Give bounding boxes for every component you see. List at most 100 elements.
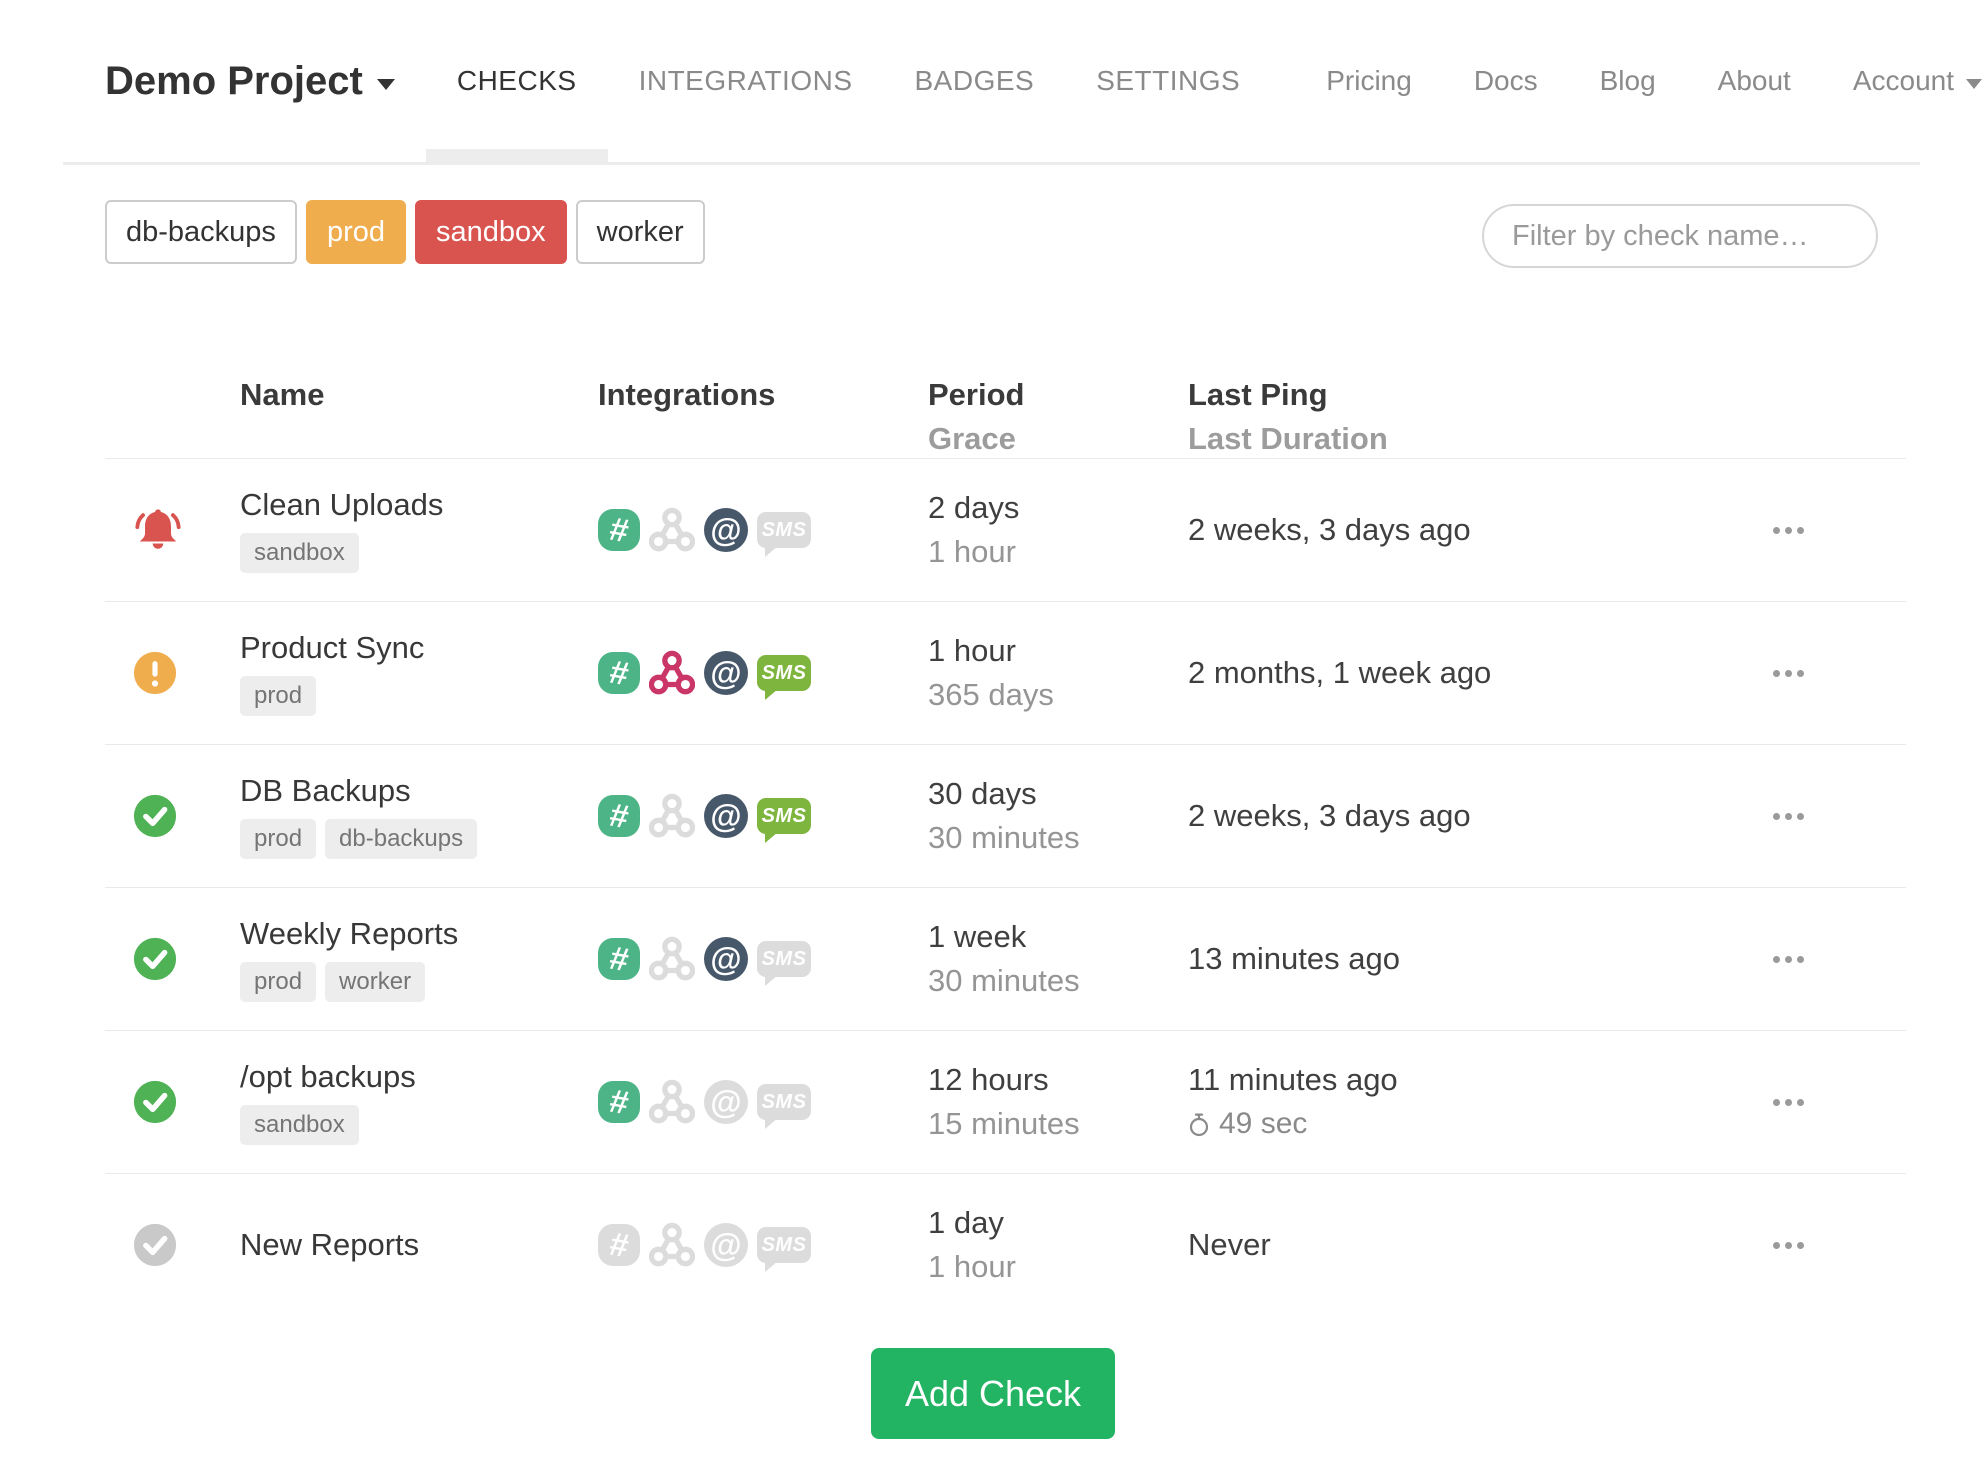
status-alert-bell-icon bbox=[135, 509, 181, 549]
check-tag: worker bbox=[325, 962, 426, 1002]
last-ping-value: Never bbox=[1188, 1227, 1271, 1262]
last-ping-value: 13 minutes ago bbox=[1188, 941, 1400, 976]
nav-link-docs[interactable]: Docs bbox=[1474, 65, 1538, 97]
sms-icon: SMS bbox=[757, 1227, 811, 1272]
column-header-period: Period Grace bbox=[928, 373, 1188, 461]
row-menu-button[interactable] bbox=[1767, 658, 1810, 689]
column-header-integrations: Integrations bbox=[598, 377, 776, 412]
webhook-icon bbox=[649, 936, 695, 981]
grace-value: 365 days bbox=[928, 677, 1054, 712]
column-header-last-duration: Last Duration bbox=[1188, 421, 1388, 456]
status-new-icon bbox=[133, 1223, 177, 1267]
slack-icon: # bbox=[598, 652, 640, 694]
period-value: 12 hours bbox=[928, 1062, 1049, 1097]
checks-table: Name Integrations Period Grace Last Ping… bbox=[105, 373, 1906, 1316]
row-menu-button[interactable] bbox=[1767, 801, 1810, 832]
email-icon: @ bbox=[704, 1080, 748, 1124]
check-name[interactable]: DB Backups bbox=[240, 773, 598, 809]
top-navigation: Demo Project CHECKS INTEGRATIONS BADGES SET… bbox=[0, 0, 1986, 165]
project-switcher[interactable]: Demo Project bbox=[105, 59, 395, 104]
nav-link-about[interactable]: About bbox=[1718, 65, 1791, 97]
row-menu-button[interactable] bbox=[1767, 1087, 1810, 1118]
check-name[interactable]: Product Sync bbox=[240, 630, 598, 666]
nav-link-account[interactable]: Account bbox=[1853, 65, 1982, 97]
sms-icon: SMS bbox=[757, 512, 811, 557]
period-value: 1 hour bbox=[928, 633, 1016, 668]
tag-filter-worker[interactable]: worker bbox=[575, 200, 705, 264]
add-check-button[interactable]: Add Check bbox=[871, 1348, 1115, 1439]
check-tags: sandbox bbox=[240, 533, 598, 573]
check-name[interactable]: New Reports bbox=[240, 1227, 598, 1263]
status-up-icon bbox=[133, 937, 177, 981]
check-tag: prod bbox=[240, 676, 317, 716]
row-menu-button[interactable] bbox=[1767, 944, 1810, 975]
tab-settings[interactable]: SETTINGS bbox=[1096, 65, 1240, 97]
email-icon: @ bbox=[704, 1223, 748, 1267]
check-name[interactable]: /opt backups bbox=[240, 1059, 598, 1095]
integration-icons: # @ SMS bbox=[598, 1222, 928, 1272]
check-tag: prod bbox=[240, 819, 317, 859]
chevron-down-icon bbox=[376, 78, 395, 90]
slack-icon: # bbox=[598, 1224, 640, 1266]
integration-icons: # @ SMS bbox=[598, 1079, 928, 1129]
chevron-down-icon bbox=[1966, 79, 1982, 89]
tag-filter-prod[interactable]: prod bbox=[305, 200, 406, 264]
period-value: 30 days bbox=[928, 776, 1037, 811]
check-tag: sandbox bbox=[240, 533, 359, 573]
table-row: Product Sync prod # @ SMS 1 hour 365 days… bbox=[105, 601, 1906, 744]
grace-value: 15 minutes bbox=[928, 1106, 1080, 1141]
sms-icon: SMS bbox=[757, 1084, 811, 1129]
sms-icon: SMS bbox=[757, 941, 811, 986]
slack-icon: # bbox=[598, 795, 640, 837]
grace-value: 30 minutes bbox=[928, 963, 1080, 998]
table-row: /opt backups sandbox # @ SMS 12 hours 15 … bbox=[105, 1030, 1906, 1173]
table-row: DB Backups prod db-backups # @ SMS 30 days… bbox=[105, 744, 1906, 887]
last-ping-value: 2 weeks, 3 days ago bbox=[1188, 512, 1471, 547]
check-name[interactable]: Clean Uploads bbox=[240, 487, 598, 523]
last-ping-value: 2 weeks, 3 days ago bbox=[1188, 798, 1471, 833]
sms-icon: SMS bbox=[757, 798, 811, 843]
nav-divider bbox=[63, 162, 1920, 165]
integration-icons: # @ SMS bbox=[598, 650, 928, 700]
tab-integrations[interactable]: INTEGRATIONS bbox=[639, 65, 853, 97]
row-menu-button[interactable] bbox=[1767, 1230, 1810, 1261]
project-name: Demo Project bbox=[105, 58, 363, 103]
nav-link-blog[interactable]: Blog bbox=[1600, 65, 1656, 97]
last-ping-value: 11 minutes ago bbox=[1188, 1062, 1398, 1097]
email-icon: @ bbox=[704, 508, 748, 552]
column-header-last-ping: Last Ping Last Duration bbox=[1188, 373, 1653, 461]
check-tags: prod bbox=[240, 676, 598, 716]
slack-icon: # bbox=[598, 1081, 640, 1123]
status-up-icon bbox=[133, 1080, 177, 1124]
stopwatch-icon bbox=[1189, 1113, 1209, 1136]
webhook-icon bbox=[649, 793, 695, 838]
tab-checks[interactable]: CHECKS bbox=[425, 65, 608, 162]
period-value: 1 week bbox=[928, 919, 1027, 954]
check-tags: prod worker bbox=[240, 962, 598, 1002]
webhook-icon bbox=[649, 507, 695, 552]
table-header: Name Integrations Period Grace Last Ping… bbox=[105, 373, 1906, 458]
search-input[interactable] bbox=[1482, 204, 1878, 268]
period-value: 1 day bbox=[928, 1205, 1004, 1240]
integration-icons: # @ SMS bbox=[598, 936, 928, 986]
webhook-icon bbox=[649, 1222, 695, 1267]
tab-badges[interactable]: BADGES bbox=[915, 65, 1035, 97]
tag-filter-row: db-backups prod sandbox worker bbox=[105, 200, 705, 264]
grace-value: 1 hour bbox=[928, 534, 1016, 569]
last-ping-value: 2 months, 1 week ago bbox=[1188, 655, 1492, 690]
email-icon: @ bbox=[704, 651, 748, 695]
nav-link-pricing[interactable]: Pricing bbox=[1326, 65, 1412, 97]
grace-value: 1 hour bbox=[928, 1249, 1016, 1284]
tag-filter-db-backups[interactable]: db-backups bbox=[105, 200, 297, 264]
status-up-icon bbox=[133, 794, 177, 838]
check-tags: prod db-backups bbox=[240, 819, 598, 859]
check-name[interactable]: Weekly Reports bbox=[240, 916, 598, 952]
row-menu-button[interactable] bbox=[1767, 515, 1810, 546]
column-header-name: Name bbox=[240, 377, 325, 412]
email-icon: @ bbox=[704, 794, 748, 838]
tag-filter-sandbox[interactable]: sandbox bbox=[414, 200, 567, 264]
slack-icon: # bbox=[598, 509, 640, 551]
column-header-grace: Grace bbox=[928, 421, 1016, 456]
nav-tabs: CHECKS INTEGRATIONS BADGES SETTINGS bbox=[395, 65, 1240, 162]
check-tag: sandbox bbox=[240, 1105, 359, 1145]
